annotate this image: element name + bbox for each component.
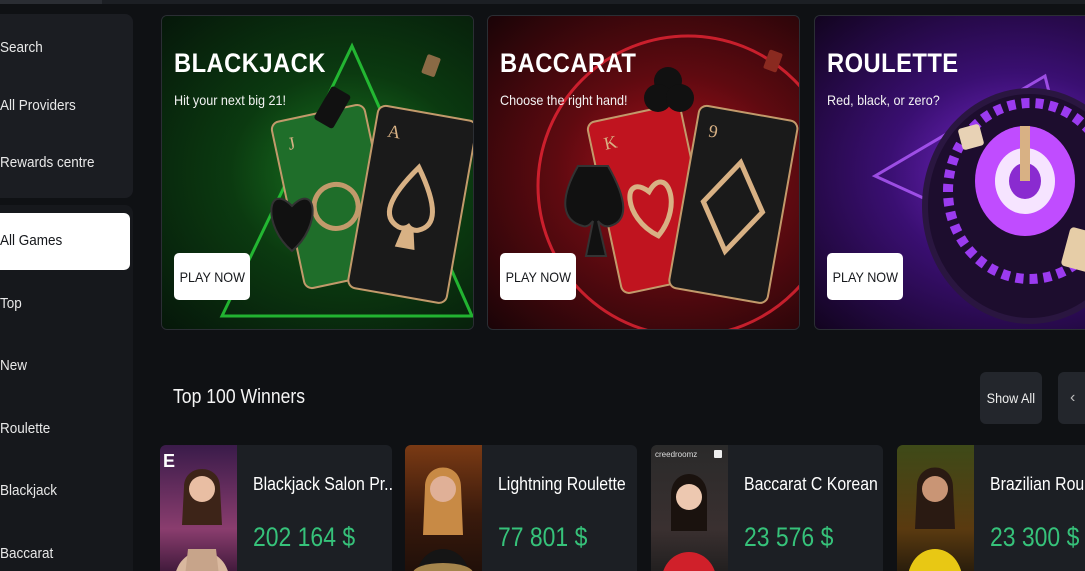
- banner-baccarat-title: BACCARAT: [500, 48, 637, 78]
- winner-thumb-brazilian-roulette: [897, 445, 974, 571]
- winner-game-name: Brazilian Roulette: [990, 474, 1085, 494]
- winner-card-brazilian-roulette[interactable]: Brazilian Roulette 23 300 $: [897, 445, 1085, 571]
- banner-roulette-subtitle: Red, black, or zero?: [827, 92, 940, 108]
- banner-blackjack-subtitle: Hit your next big 21!: [174, 92, 287, 108]
- sidebar-link-search[interactable]: Search: [0, 39, 43, 56]
- dealer-portrait-icon: [413, 467, 473, 571]
- banner-roulette[interactable]: ROULETTE Red, black, or zero? PLAY NOW: [814, 15, 1085, 330]
- category-top[interactable]: Top: [0, 295, 22, 312]
- banner-roulette-title: ROULETTE: [827, 48, 959, 78]
- banner-baccarat-subtitle: Choose the right hand!: [500, 92, 628, 108]
- winner-thumb-lightning-roulette: [405, 445, 482, 571]
- banner-blackjack-play-button[interactable]: PLAY NOW: [174, 253, 250, 300]
- dealer-portrait-icon: [663, 474, 715, 571]
- show-all-label: Show All: [986, 390, 1036, 406]
- category-new[interactable]: New: [0, 357, 27, 374]
- winner-card-blackjack-salon[interactable]: E Blackjack Salon Pr... 202 164 $: [160, 445, 392, 571]
- category-roulette[interactable]: Roulette: [0, 420, 50, 437]
- winner-game-name: Blackjack Salon Pr...: [253, 474, 392, 494]
- winner-card-lightning-roulette[interactable]: Lightning Roulette 77 801 $: [405, 445, 637, 571]
- winner-amount: 77 801 $: [498, 522, 588, 552]
- winner-thumb-baccarat-korean: creedroomz: [651, 445, 728, 571]
- winner-game-name: Baccarat C Korean: [744, 474, 878, 494]
- chevron-left-icon: ‹: [1070, 389, 1076, 406]
- banner-baccarat-play-button[interactable]: PLAY NOW: [500, 253, 576, 300]
- category-blackjack[interactable]: Blackjack: [0, 482, 57, 499]
- show-all-button[interactable]: Show All: [980, 372, 1042, 424]
- close-icon: [714, 450, 722, 458]
- top-bar: [0, 0, 1085, 4]
- top-winners-title: Top 100 Winners: [173, 386, 306, 408]
- provider-badge: E: [163, 451, 176, 471]
- sidebar-links-card: Search All Providers Rewards centre: [0, 14, 133, 198]
- category-baccarat[interactable]: Baccarat: [0, 545, 53, 562]
- play-button-label: PLAY NOW: [505, 268, 571, 285]
- play-button-label: PLAY NOW: [832, 268, 898, 285]
- banner-blackjack[interactable]: J A BLACKJACK Hit your next big 21! PLAY…: [161, 15, 474, 330]
- banner-baccarat[interactable]: K 9 BACCARAT Choose the right hand! PLAY…: [487, 15, 800, 330]
- winner-amount: 202 164 $: [253, 522, 356, 552]
- banner-blackjack-title: BLACKJACK: [174, 48, 326, 78]
- category-all-games[interactable]: All Games: [0, 232, 62, 249]
- sidebar-link-rewards-centre[interactable]: Rewards centre: [0, 154, 95, 171]
- play-button-label: PLAY NOW: [179, 268, 245, 285]
- winner-card-baccarat-korean[interactable]: creedroomz Baccarat C Korean 23 576 $: [651, 445, 883, 571]
- winner-game-name: Lightning Roulette: [498, 474, 626, 494]
- sidebar-link-all-providers[interactable]: All Providers: [0, 97, 76, 114]
- winner-thumb-blackjack-salon: E: [160, 445, 237, 571]
- prev-arrow-button[interactable]: ‹: [1058, 372, 1085, 424]
- winner-amount: 23 300 $: [990, 522, 1080, 552]
- dealer-portrait-icon: [909, 467, 961, 571]
- provider-badge: creedroomz: [655, 450, 698, 459]
- winner-amount: 23 576 $: [744, 522, 834, 552]
- top-bar-accent: [0, 0, 102, 4]
- banner-roulette-play-button[interactable]: PLAY NOW: [827, 253, 903, 300]
